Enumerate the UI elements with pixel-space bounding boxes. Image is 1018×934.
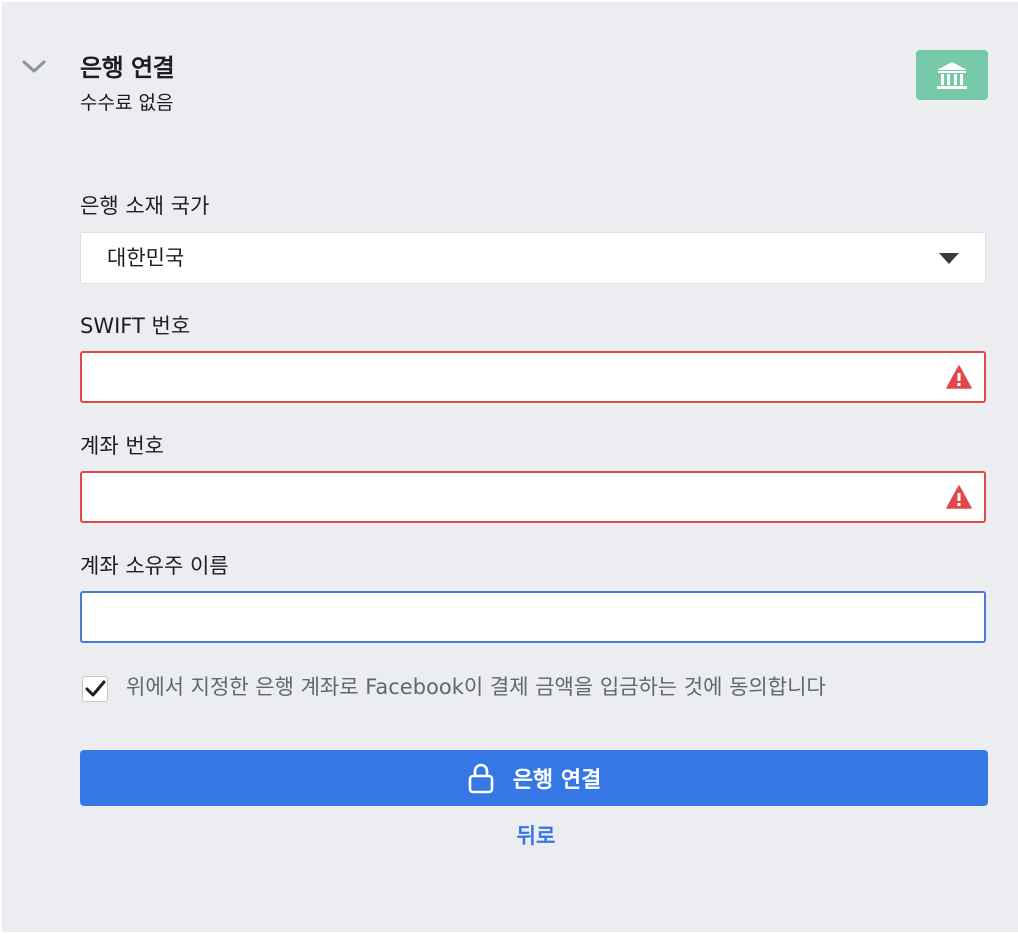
bank-icon: [937, 62, 967, 89]
country-select-value: 대한민국: [107, 246, 185, 270]
country-select[interactable]: 대한민국: [80, 232, 986, 284]
connect-bank-button[interactable]: 은행 연결: [80, 750, 988, 806]
caret-down-icon: [939, 253, 959, 264]
connect-bank-button-label: 은행 연결: [512, 768, 602, 793]
section-title: 은행 연결: [80, 54, 175, 82]
bank-badge: [916, 50, 988, 100]
account-holder-input[interactable]: [80, 591, 986, 643]
lock-icon: [468, 763, 493, 794]
account-number-label: 계좌 번호: [80, 434, 164, 458]
back-link[interactable]: 뒤로: [2, 820, 1018, 850]
country-label: 은행 소재 국가: [80, 194, 210, 218]
account-holder-label: 계좌 소유주 이름: [80, 554, 229, 578]
section-subtitle: 수수료 없음: [80, 92, 174, 114]
agreement-checkbox[interactable]: [82, 676, 108, 702]
chevron-down-icon[interactable]: [20, 57, 48, 77]
connect-bank-panel: 은행 연결 수수료 없음 은행 소재 국가 대한민국 SWIFT 번호 계좌 번…: [2, 2, 1018, 932]
warning-icon: [946, 365, 972, 389]
account-number-input[interactable]: [80, 471, 986, 523]
agreement-text: 위에서 지정한 은행 계좌로 Facebook이 결제 금액을 입금하는 것에 …: [126, 675, 826, 699]
checkmark-icon: [85, 680, 106, 697]
warning-icon: [946, 485, 972, 509]
swift-input[interactable]: [80, 351, 986, 403]
swift-label: SWIFT 번호: [80, 314, 191, 338]
